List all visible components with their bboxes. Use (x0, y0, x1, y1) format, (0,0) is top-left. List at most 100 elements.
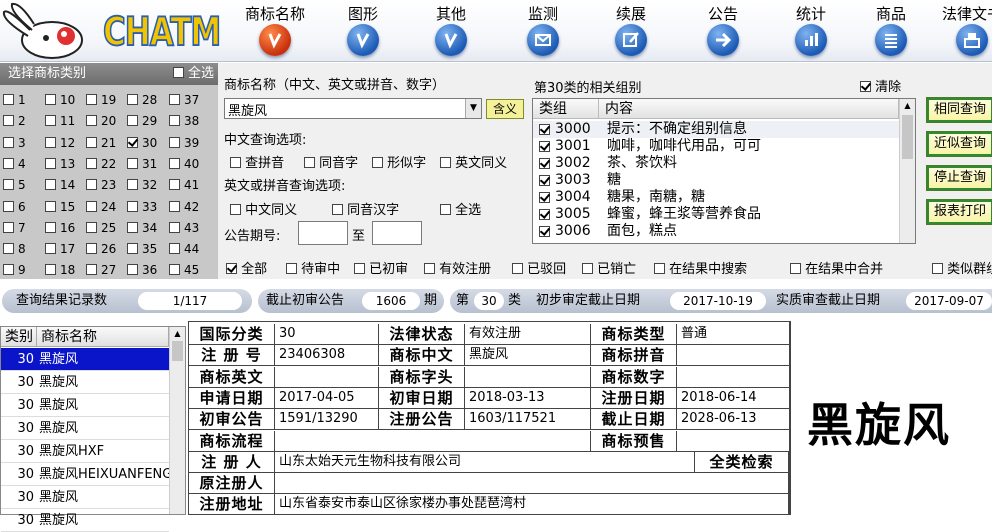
nav-tab-3[interactable]: 其他 (416, 0, 486, 62)
class-checkbox-26[interactable]: 26 (86, 242, 116, 256)
filter-option-4[interactable]: 有效注册 (424, 258, 491, 277)
checkbox[interactable] (3, 179, 14, 191)
checkbox[interactable] (169, 115, 180, 127)
class-checkbox-9[interactable]: 9 (3, 263, 26, 277)
checkbox[interactable] (169, 136, 180, 148)
class-checkbox-40[interactable]: 40 (169, 157, 199, 171)
class-checkbox-21[interactable]: 21 (86, 136, 116, 150)
class-checkbox-19[interactable]: 19 (86, 93, 116, 107)
checkbox[interactable] (304, 157, 315, 168)
group-row[interactable]: 3002 茶、茶饮料 (533, 155, 899, 172)
announce-arrow-icon[interactable] (707, 24, 739, 56)
class-checkbox-17[interactable]: 17 (45, 242, 75, 256)
checkbox[interactable] (230, 157, 241, 168)
en-option-2[interactable]: 同音汉字 (332, 199, 399, 218)
checkbox[interactable] (86, 94, 97, 105)
class-checkbox-45[interactable]: 45 (169, 263, 199, 277)
trademark-name-icon[interactable] (259, 24, 291, 56)
result-row[interactable]: 30 黑旋风 (1, 509, 169, 532)
monitor-mail-icon[interactable] (527, 24, 559, 56)
class-checkbox-43[interactable]: 43 (169, 221, 199, 235)
result-row[interactable]: 30 黑旋风 (1, 348, 169, 371)
checkbox[interactable] (230, 204, 241, 215)
checkbox[interactable] (45, 94, 56, 105)
class-checkbox-39[interactable]: 39 (169, 136, 199, 150)
checkbox[interactable] (226, 263, 237, 274)
checkbox[interactable] (127, 200, 138, 212)
result-row[interactable]: 30 黑旋风HEIXUANFENG (1, 463, 172, 486)
goods-list-icon[interactable] (875, 24, 907, 56)
group-checkbox[interactable] (539, 192, 550, 203)
class-checkbox-28[interactable]: 28 (127, 93, 157, 107)
class-checkbox-2[interactable]: 2 (3, 114, 26, 128)
class-checkbox-3[interactable]: 3 (3, 136, 26, 150)
result-row[interactable]: 30 黑旋风 (1, 417, 169, 440)
legal-doc-icon[interactable] (956, 24, 988, 56)
checkbox[interactable] (582, 263, 593, 274)
class-checkbox-31[interactable]: 31 (127, 157, 157, 171)
class-checkbox-35[interactable]: 35 (127, 242, 157, 256)
checkbox[interactable] (86, 157, 97, 169)
group-checkbox[interactable] (539, 141, 550, 152)
class-checkbox-30[interactable]: 30 (127, 136, 157, 150)
nav-tab-9[interactable]: 法律文书 (936, 0, 992, 62)
class-checkbox-23[interactable]: 23 (86, 178, 116, 192)
issue-from-input[interactable] (298, 221, 348, 245)
checkbox[interactable] (86, 179, 97, 191)
checkbox[interactable] (86, 264, 97, 276)
select-all-classes[interactable]: 全选 (172, 63, 214, 85)
detail-all-class-link[interactable]: 全类检索 (695, 451, 789, 473)
nav-tab-6[interactable]: 公告 (688, 0, 758, 62)
checkbox[interactable] (372, 157, 383, 168)
results-scrollbar[interactable]: ▲ (169, 327, 185, 514)
groups-scrollbar[interactable]: ▲ (899, 99, 915, 243)
group-row[interactable]: 3006 面包，糕点 (533, 223, 899, 240)
graphic-icon[interactable] (347, 24, 379, 56)
result-row[interactable]: 30 黑旋风HXF (1, 440, 169, 463)
filter-option-5[interactable]: 已驳回 (512, 258, 566, 277)
checkbox[interactable] (424, 263, 435, 274)
class-checkbox-14[interactable]: 14 (45, 178, 75, 192)
checkbox[interactable] (169, 264, 180, 276)
result-row[interactable]: 30 黑旋风 (1, 486, 169, 509)
class-checkbox-34[interactable]: 34 (127, 221, 157, 235)
checkbox[interactable] (169, 243, 180, 255)
result-row[interactable]: 30 黑旋风 (1, 371, 169, 394)
checkbox[interactable] (127, 136, 138, 148)
col-group-header[interactable]: 类组 (533, 99, 599, 119)
stop-query-button[interactable]: 停止查询 (926, 165, 992, 191)
checkbox[interactable] (332, 204, 343, 215)
checkbox[interactable] (45, 243, 56, 255)
checkbox[interactable] (512, 263, 523, 274)
cn-option-2[interactable]: 同音字 (304, 152, 358, 171)
scroll-up-icon[interactable]: ▲ (172, 329, 183, 339)
checkbox[interactable] (3, 243, 14, 255)
group-checkbox[interactable] (539, 158, 550, 169)
checkbox[interactable] (654, 263, 665, 274)
class-checkbox-18[interactable]: 18 (45, 263, 75, 277)
filter-option-1[interactable]: 全部 (226, 258, 267, 277)
class-checkbox-36[interactable]: 36 (127, 263, 157, 277)
class-checkbox-44[interactable]: 44 (169, 242, 199, 256)
class-checkbox-13[interactable]: 13 (45, 157, 75, 171)
checkbox[interactable] (440, 204, 451, 215)
cn-option-3[interactable]: 形似字 (372, 152, 426, 171)
checkbox[interactable] (932, 263, 943, 274)
nav-tab-8[interactable]: 商品 (856, 0, 926, 62)
clear-checkbox[interactable] (860, 81, 871, 92)
print-report-button[interactable]: 报表打印 (926, 199, 992, 225)
checkbox[interactable] (169, 179, 180, 191)
nav-tab-4[interactable]: 监测 (508, 0, 578, 62)
class-checkbox-20[interactable]: 20 (86, 114, 116, 128)
class-checkbox-1[interactable]: 1 (3, 93, 26, 107)
class-checkbox-6[interactable]: 6 (3, 200, 26, 214)
checkbox[interactable] (354, 263, 365, 274)
group-row[interactable]: 3001 咖啡，咖啡代用品，可可 (533, 138, 899, 155)
nav-tab-7[interactable]: 统计 (776, 0, 846, 62)
class-checkbox-29[interactable]: 29 (127, 114, 157, 128)
checkbox[interactable] (790, 263, 801, 274)
nav-tab-1[interactable]: 商标名称 (240, 0, 310, 62)
checkbox[interactable] (86, 243, 97, 255)
scroll-thumb[interactable] (902, 115, 913, 159)
class-checkbox-37[interactable]: 37 (169, 93, 199, 107)
